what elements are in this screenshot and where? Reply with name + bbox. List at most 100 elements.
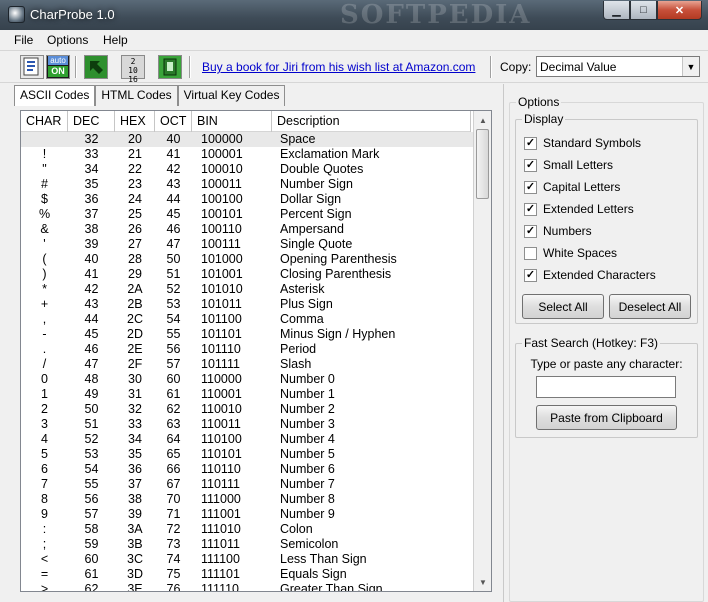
display-option[interactable]: ✓ Numbers xyxy=(524,224,592,238)
table-row[interactable]: 8 56 38 70 111000 Number 8 xyxy=(21,492,473,507)
cell-dec: 45 xyxy=(84,327,99,341)
select-all-button[interactable]: Select All xyxy=(522,294,604,319)
table-row[interactable]: / 47 2F 57 101111 Slash xyxy=(21,357,473,372)
copy-format-select[interactable]: Decimal Value ▼ xyxy=(536,56,700,77)
close-button[interactable]: ✕ xyxy=(657,1,702,20)
table-row[interactable]: 32 20 40 100000 Space xyxy=(21,132,473,147)
fast-search-input[interactable] xyxy=(536,376,676,398)
cell-description: Colon xyxy=(280,522,313,536)
display-option[interactable]: ✓ Capital Letters xyxy=(524,180,620,194)
display-option[interactable]: ✓ Extended Letters xyxy=(524,202,634,216)
arrow-button[interactable] xyxy=(84,55,108,79)
table-row[interactable]: $36 24 44 100100 Dollar Sign xyxy=(21,192,473,207)
minimize-button[interactable]: ▁ xyxy=(603,1,630,20)
column-header-bin[interactable]: BIN xyxy=(192,111,272,132)
auto-on-button[interactable]: auto ON xyxy=(46,55,70,79)
column-header-oct[interactable]: OCT xyxy=(155,111,192,132)
scroll-down-icon[interactable]: ▼ xyxy=(475,574,491,590)
cell-dec: 38 xyxy=(84,222,99,236)
display-option-checkbox[interactable]: ✓ xyxy=(524,136,537,150)
tab-virtual-key-codes[interactable]: Virtual Key Codes xyxy=(177,85,286,106)
table-row[interactable]: ; 59 3B 73 111011 Semicolon xyxy=(21,537,473,552)
cell-bin: 111011 xyxy=(201,537,240,551)
cell-char: - xyxy=(42,327,47,341)
table-row[interactable]: - 45 2D 55 101101 Minus Sign / Hyphen xyxy=(21,327,473,342)
amazon-wishlist-link[interactable]: Buy a book for Jiri from his wish list a… xyxy=(202,60,475,74)
cell-dec: 33 xyxy=(84,147,99,161)
cell-dec: 50 xyxy=(84,402,99,416)
cell-description: Number 7 xyxy=(280,477,335,491)
table-row[interactable]: 0 48 30 60 110000 Number 0 xyxy=(21,372,473,387)
table-row[interactable]: 9 57 39 71 111001 Number 9 xyxy=(21,507,473,522)
table-row[interactable]: , 44 2C 54 101100 Comma xyxy=(21,312,473,327)
menu-help[interactable]: Help xyxy=(103,33,128,47)
deselect-all-button[interactable]: Deselect All xyxy=(609,294,691,319)
table-row[interactable]: ) 41 29 51 101001 Closing Parenthesis xyxy=(21,267,473,282)
column-header-dec[interactable]: DEC xyxy=(68,111,115,132)
table-row[interactable]: >62 3E 76 111110 Greater Than Sign xyxy=(21,582,473,591)
display-option[interactable]: ✓ Extended Characters xyxy=(524,268,656,282)
table-row[interactable]: * 42 2A 52 101010 Asterisk xyxy=(21,282,473,297)
maximize-button[interactable]: □ xyxy=(630,1,657,20)
table-row[interactable]: ' 39 27 47 100111 Single Quote xyxy=(21,237,473,252)
table-row[interactable]: % 37 25 45 100101 Percent Sign xyxy=(21,207,473,222)
table-row[interactable]: " 34 22 42 100010 Double Quotes xyxy=(21,162,473,177)
table-row[interactable]: 2 50 32 62 110010 Number 2 xyxy=(21,402,473,417)
chevron-down-icon[interactable]: ▼ xyxy=(682,57,699,76)
table-row[interactable]: & 38 26 46 100110 Ampersand xyxy=(21,222,473,237)
table-row[interactable]: 1 49 31 61 110001 Number 1 xyxy=(21,387,473,402)
menu-file[interactable]: File xyxy=(14,33,33,47)
table-row[interactable]: 5 53 35 65 110101 Number 5 xyxy=(21,447,473,462)
cell-char: + xyxy=(40,297,49,311)
cell-oct: 73 xyxy=(166,537,181,551)
column-header-description[interactable]: Description xyxy=(272,111,471,132)
tab-html-codes[interactable]: HTML Codes xyxy=(95,85,178,106)
number-base-button[interactable]: 2 10 16 xyxy=(121,55,145,84)
display-option-label: Extended Letters xyxy=(543,202,634,216)
display-option[interactable]: ✓ Standard Symbols xyxy=(524,136,641,150)
table-row[interactable]: 6 54 36 66 110110 Number 6 xyxy=(21,462,473,477)
display-option-checkbox[interactable]: ✓ xyxy=(524,158,537,172)
menu-options[interactable]: Options xyxy=(47,33,88,47)
table-scrollbar[interactable]: ▲ ▼ xyxy=(473,111,491,591)
cell-dec: 51 xyxy=(84,417,99,431)
table-row[interactable]: = 61 3D 75 111101 Equals Sign xyxy=(21,567,473,582)
fast-search-group: Fast Search (Hotkey: F3) Type or paste a… xyxy=(515,336,698,438)
table-row[interactable]: 3 51 33 63 110011 Number 3 xyxy=(21,417,473,432)
display-option-checkbox[interactable] xyxy=(524,246,537,260)
display-option-checkbox[interactable]: ✓ xyxy=(524,180,537,194)
display-option-checkbox[interactable]: ✓ xyxy=(524,224,537,238)
table-row[interactable]: #35 23 43 100011 Number Sign xyxy=(21,177,473,192)
column-header-hex[interactable]: HEX xyxy=(115,111,155,132)
table-row[interactable]: ! 33 21 41 100001 Exclamation Mark xyxy=(21,147,473,162)
cell-bin: 101011 xyxy=(201,297,242,311)
table-row[interactable]: (40 28 50 101000 Opening Parenthesis xyxy=(21,252,473,267)
ascii-table[interactable]: CHAR DEC HEX OCT BIN Description 32 20 40 1… xyxy=(20,110,492,592)
tab-ascii-codes[interactable]: ASCII Codes xyxy=(14,85,96,106)
cell-dec: 39 xyxy=(84,237,99,251)
table-row[interactable]: 7 55 37 67 110111 Number 7 xyxy=(21,477,473,492)
scroll-up-icon[interactable]: ▲ xyxy=(475,112,491,128)
table-row[interactable]: 4 52 34 64 110100 Number 4 xyxy=(21,432,473,447)
display-option-checkbox[interactable]: ✓ xyxy=(524,268,537,282)
display-option-checkbox[interactable]: ✓ xyxy=(524,202,537,216)
keyboard-button[interactable] xyxy=(158,55,182,79)
cell-description: Single Quote xyxy=(280,237,353,251)
table-row[interactable]: . 46 2E 56 101110 Period xyxy=(21,342,473,357)
table-row[interactable]: : 58 3A 72 111010 Colon xyxy=(21,522,473,537)
paste-from-clipboard-button[interactable]: Paste from Clipboard xyxy=(536,405,677,430)
column-header-char[interactable]: CHAR xyxy=(21,111,68,132)
cell-description: Number 6 xyxy=(280,462,335,476)
cell-hex: 28 xyxy=(128,252,142,266)
display-option[interactable]: ✓ Small Letters xyxy=(524,158,613,172)
table-row[interactable]: +43 2B 53 101011 Plus Sign xyxy=(21,297,473,312)
cell-dec: 53 xyxy=(84,447,99,461)
scroll-thumb[interactable] xyxy=(476,129,489,199)
cell-hex: 33 xyxy=(128,417,142,431)
properties-button[interactable] xyxy=(20,55,44,79)
title-bar[interactable]: CharProbe 1.0 SOFTPEDIA ▁ □ ✕ xyxy=(0,0,708,30)
table-row[interactable]: <60 3C 74 111100 Less Than Sign xyxy=(21,552,473,567)
display-option-label: White Spaces xyxy=(543,246,618,260)
display-option[interactable]: White Spaces xyxy=(524,246,617,260)
on-label: ON xyxy=(48,66,68,77)
